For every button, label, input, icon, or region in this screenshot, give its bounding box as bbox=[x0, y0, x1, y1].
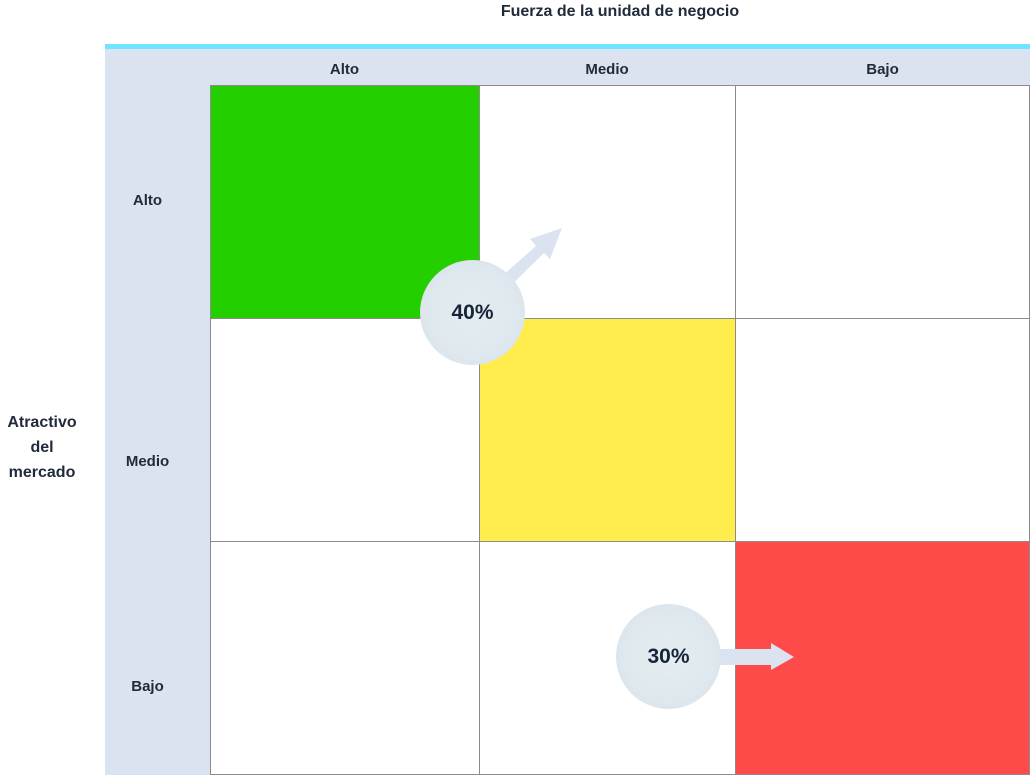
percentage-bubble: 30% bbox=[616, 604, 721, 709]
bubble-label: 40% bbox=[451, 300, 494, 324]
bubble-label: 30% bbox=[647, 644, 690, 668]
percentage-bubble: 40% bbox=[420, 260, 525, 365]
movement-arrows bbox=[484, 228, 794, 670]
